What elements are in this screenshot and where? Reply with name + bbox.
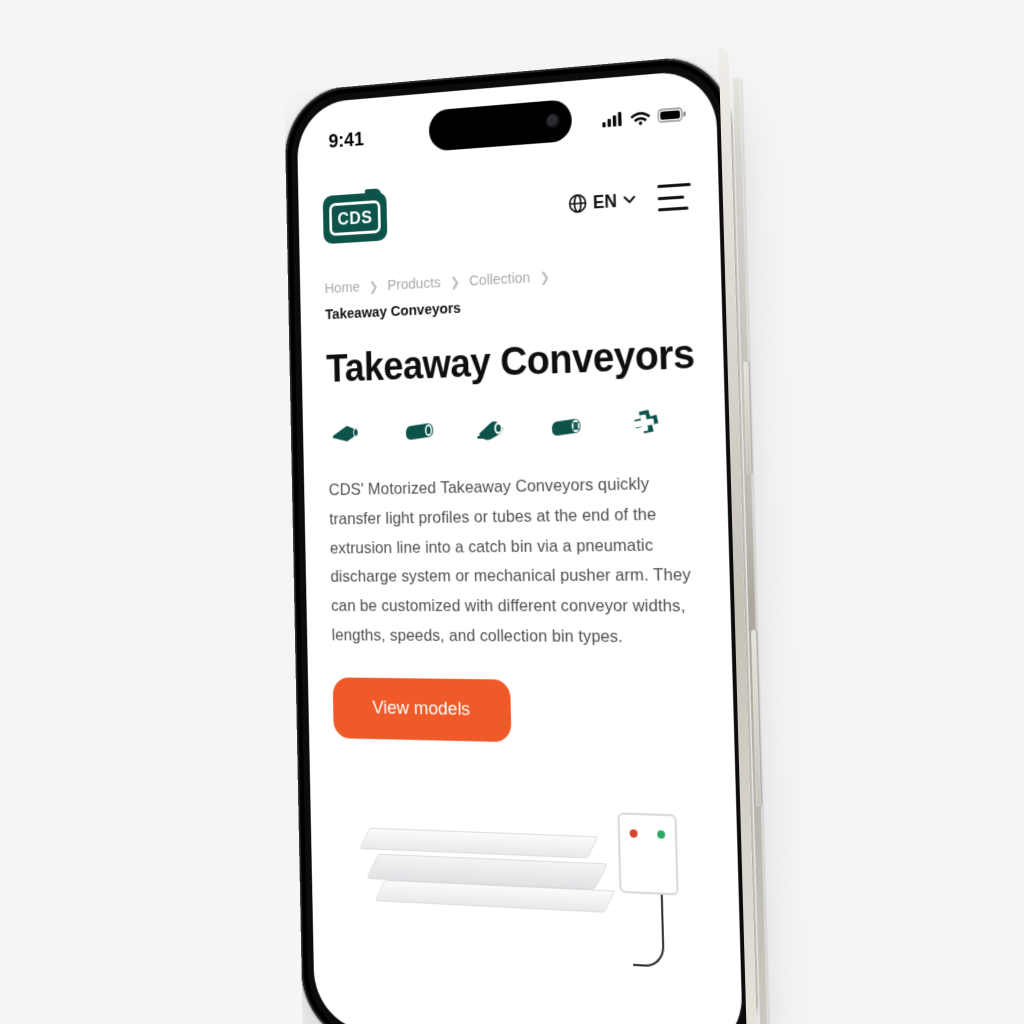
wifi-icon [630, 109, 651, 126]
view-models-button[interactable]: View models [333, 677, 512, 742]
phone-screen: 9:41 [296, 69, 743, 1024]
phone-frame: 9:41 [284, 53, 758, 1024]
brand-logo-text: CDS [329, 200, 381, 236]
language-code: EN [593, 190, 618, 213]
tube-roller-icon [400, 413, 437, 448]
profile-roller-icon [329, 416, 365, 451]
status-time: 9:41 [328, 128, 364, 153]
front-camera-icon [546, 113, 561, 129]
chevron-down-icon [623, 195, 637, 206]
breadcrumb-link[interactable]: Home [324, 279, 360, 297]
page-description: CDS' Motorized Takeaway Conveyors quickl… [328, 468, 704, 682]
chevron-right-icon: ❯ [369, 278, 379, 294]
battery-icon [657, 107, 687, 124]
menu-button[interactable] [657, 183, 691, 212]
chevron-right-icon: ❯ [539, 269, 550, 286]
globe-icon [568, 193, 588, 214]
breadcrumb-link[interactable]: Collection [469, 269, 531, 289]
breadcrumb-current: Takeaway Conveyors [325, 300, 461, 323]
brand-logo[interactable]: CDS [323, 192, 388, 244]
product-image [335, 792, 713, 993]
phone-device: 9:41 [284, 53, 758, 1024]
cellular-icon [602, 112, 624, 128]
control-panel-icon [618, 812, 679, 895]
breadcrumb-link[interactable]: Products [387, 274, 441, 293]
category-icon-row [327, 401, 698, 476]
chevron-right-icon: ❯ [450, 274, 460, 290]
medical-cross-icon [624, 406, 664, 443]
gasket-profile-icon [473, 411, 511, 447]
capped-tube-icon [548, 408, 587, 444]
mockup-scene: 9:41 [0, 0, 1024, 1024]
page-content: CDS EN [298, 154, 743, 1024]
language-selector[interactable]: EN [568, 189, 637, 215]
